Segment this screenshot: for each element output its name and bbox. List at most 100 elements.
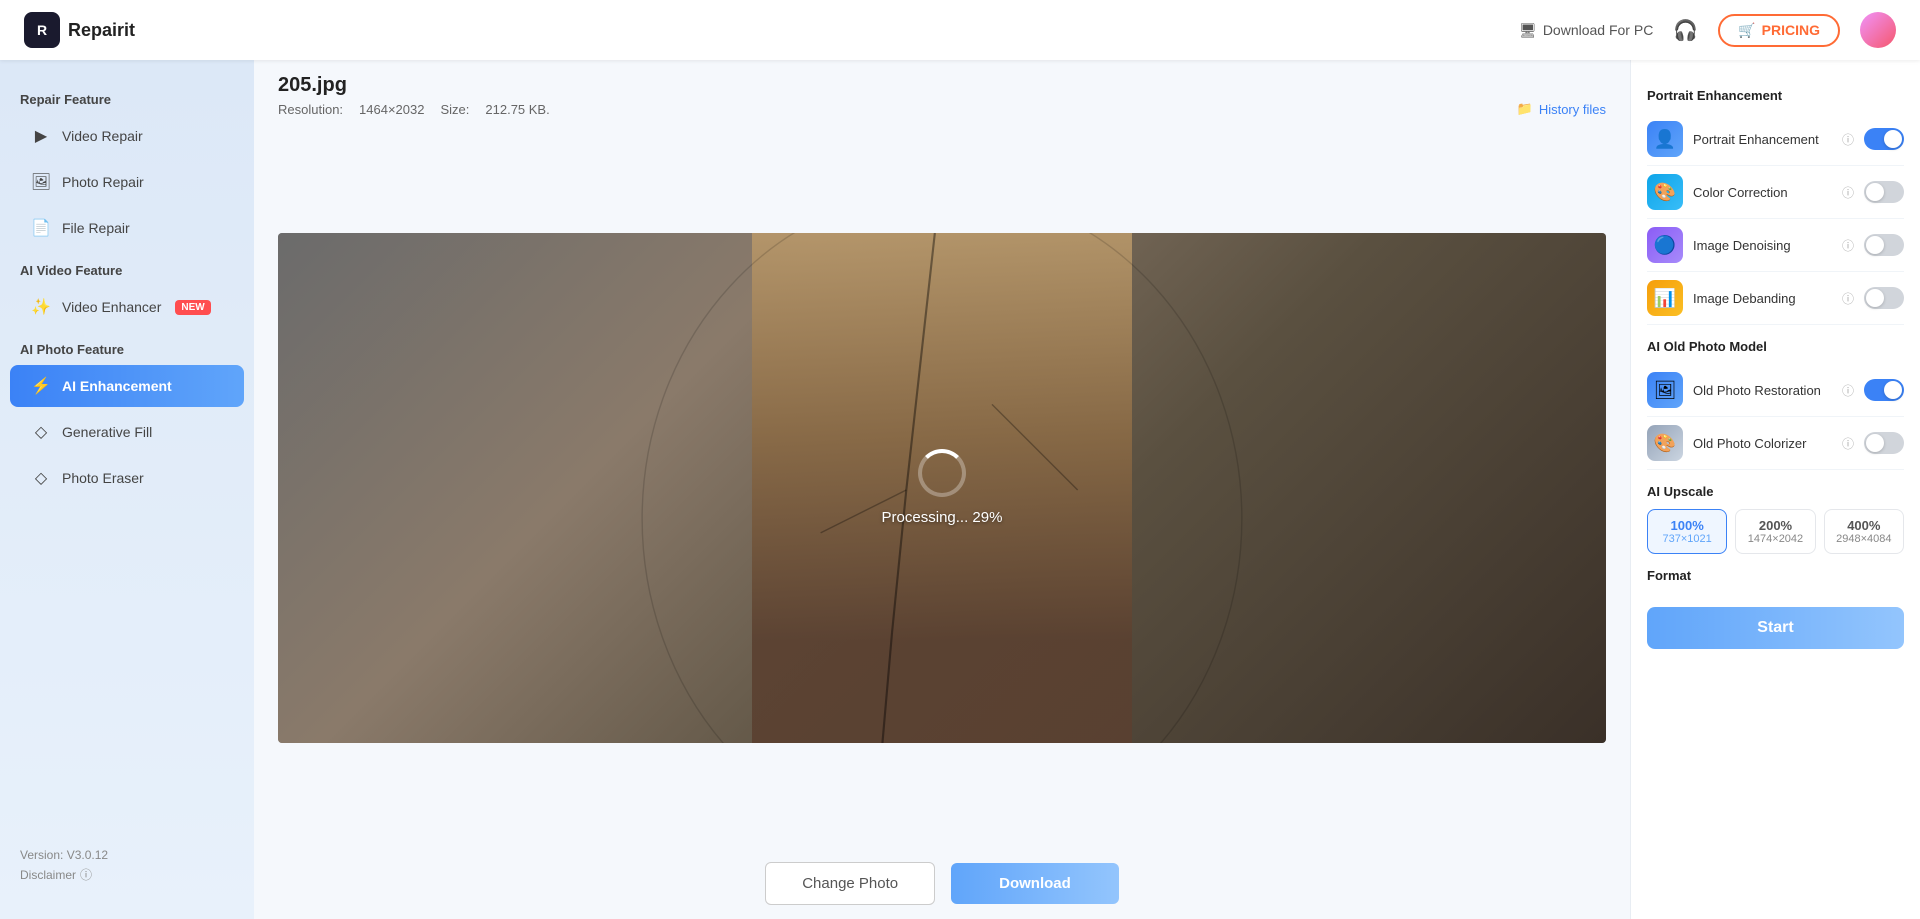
sidebar-footer: Version: V3.0.12 Disclaimer ⓘ [0, 832, 254, 899]
old-photo-colorizer-row: 🎨 Old Photo Colorizer ⓘ [1647, 417, 1904, 470]
processing-spinner [918, 449, 966, 497]
image-denoising-toggle[interactable] [1864, 234, 1904, 256]
history-icon: 📁 [1517, 101, 1533, 117]
bottom-bar: Change Photo Download [254, 848, 1630, 919]
sidebar-item-label: File Repair [62, 220, 130, 236]
app-name: Repairit [68, 20, 135, 41]
image-denoising-label: Image Denoising [1693, 238, 1830, 253]
old-photo-restoration-row: 🖼 Old Photo Restoration ⓘ [1647, 364, 1904, 417]
old-photo-colorizer-toggle[interactable] [1864, 432, 1904, 454]
start-button[interactable]: Start [1647, 607, 1904, 649]
processing-overlay: Processing... 29% [278, 233, 1606, 743]
photo-repair-icon: 🖼 [30, 171, 52, 193]
download-button[interactable]: Download [951, 863, 1119, 904]
cart-icon: 🛒 [1738, 22, 1755, 39]
upscale-100-option[interactable]: 100% 737×1021 [1647, 509, 1727, 554]
old-photo-colorizer-info-icon[interactable]: ⓘ [1842, 435, 1854, 452]
upscale-100-sub: 737×1021 [1652, 533, 1722, 545]
file-info-bar: 205.jpg Resolution: 1464×2032 Size: 212.… [254, 60, 1630, 127]
format-section-label: Format [1647, 568, 1904, 583]
user-avatar[interactable] [1860, 12, 1896, 48]
upscale-200-option[interactable]: 200% 1474×2042 [1735, 509, 1815, 554]
image-denoising-icon: 🔵 [1647, 227, 1683, 263]
main-layout: Repair Feature ▶ Video Repair 🖼 Photo Re… [0, 60, 1920, 919]
image-denoising-info-icon[interactable]: ⓘ [1842, 237, 1854, 254]
image-preview-container: Processing... 29% [254, 127, 1630, 848]
download-pc-button[interactable]: 🖥 Download For PC [1519, 22, 1653, 39]
sidebar-item-generative-fill[interactable]: ◇ Generative Fill [10, 411, 244, 453]
portrait-info-icon[interactable]: ⓘ [1842, 131, 1854, 148]
sidebar-item-label: Video Repair [62, 128, 143, 144]
image-preview: Processing... 29% [278, 233, 1606, 743]
size-value: 212.75 KB. [485, 102, 549, 117]
portrait-enhancement-row: 👤 Portrait Enhancement ⓘ [1647, 113, 1904, 166]
color-correction-info-icon[interactable]: ⓘ [1842, 184, 1854, 201]
upscale-options: 100% 737×1021 200% 1474×2042 400% 2948×4… [1647, 509, 1904, 554]
image-denoising-row: 🔵 Image Denoising ⓘ [1647, 219, 1904, 272]
image-debanding-toggle[interactable] [1864, 287, 1904, 309]
old-photo-restoration-label: Old Photo Restoration [1693, 383, 1830, 398]
content-area: 205.jpg Resolution: 1464×2032 Size: 212.… [254, 60, 1630, 919]
upscale-200-label: 200% [1740, 518, 1810, 533]
image-debanding-info-icon[interactable]: ⓘ [1842, 290, 1854, 307]
sidebar-item-video-repair[interactable]: ▶ Video Repair [10, 115, 244, 157]
generative-fill-icon: ◇ [30, 421, 52, 443]
sidebar-item-ai-enhancement[interactable]: ⚡ AI Enhancement [10, 365, 244, 407]
video-repair-icon: ▶ [30, 125, 52, 147]
sidebar-item-file-repair[interactable]: 📄 File Repair [10, 207, 244, 249]
sidebar-item-label: Generative Fill [62, 424, 152, 440]
image-debanding-icon: 📊 [1647, 280, 1683, 316]
support-icon[interactable]: 🎧 [1673, 18, 1698, 43]
portrait-enhancement-toggle[interactable] [1864, 128, 1904, 150]
sidebar-section-repair: Repair Feature [0, 80, 254, 113]
color-correction-icon: 🎨 [1647, 174, 1683, 210]
sidebar-item-label: AI Enhancement [62, 378, 172, 394]
upscale-100-label: 100% [1652, 518, 1722, 533]
new-badge: NEW [175, 300, 210, 315]
image-debanding-label: Image Debanding [1693, 291, 1830, 306]
portrait-section-label: Portrait Enhancement [1647, 88, 1904, 103]
sidebar-item-video-enhancer[interactable]: ✨ Video Enhancer NEW [10, 286, 244, 328]
sidebar: Repair Feature ▶ Video Repair 🖼 Photo Re… [0, 60, 254, 919]
info-icon: ⓘ [80, 866, 92, 883]
photo-eraser-icon: ◇ [30, 467, 52, 489]
color-correction-toggle[interactable] [1864, 181, 1904, 203]
resolution-value: 1464×2032 [359, 102, 424, 117]
ai-old-photo-section-label: AI Old Photo Model [1647, 339, 1904, 354]
sidebar-item-photo-eraser[interactable]: ◇ Photo Eraser [10, 457, 244, 499]
sidebar-section-ai-video: AI Video Feature [0, 251, 254, 284]
file-name: 205.jpg [278, 74, 1606, 97]
version-text: Version: V3.0.12 [20, 848, 234, 862]
old-photo-colorizer-label: Old Photo Colorizer [1693, 436, 1830, 451]
logo-area: R Repairit [24, 12, 135, 48]
file-meta: Resolution: 1464×2032 Size: 212.75 KB. 📁… [278, 101, 1606, 117]
processing-text: Processing... 29% [882, 509, 1003, 526]
upscale-400-label: 400% [1829, 518, 1899, 533]
monitor-icon: 🖥 [1519, 22, 1537, 39]
portrait-enhancement-icon: 👤 [1647, 121, 1683, 157]
sidebar-item-label: Video Enhancer [62, 299, 161, 315]
old-photo-restoration-info-icon[interactable]: ⓘ [1842, 382, 1854, 399]
size-label: Size: [440, 102, 469, 117]
sidebar-item-photo-repair[interactable]: 🖼 Photo Repair [10, 161, 244, 203]
ai-enhancement-icon: ⚡ [30, 375, 52, 397]
color-correction-label: Color Correction [1693, 185, 1830, 200]
file-repair-icon: 📄 [30, 217, 52, 239]
right-panel: Portrait Enhancement 👤 Portrait Enhancem… [1630, 60, 1920, 919]
sidebar-item-label: Photo Repair [62, 174, 144, 190]
upscale-400-option[interactable]: 400% 2948×4084 [1824, 509, 1904, 554]
disclaimer-link[interactable]: Disclaimer ⓘ [20, 866, 234, 883]
upscale-200-sub: 1474×2042 [1740, 533, 1810, 545]
image-debanding-row: 📊 Image Debanding ⓘ [1647, 272, 1904, 325]
old-photo-restoration-toggle[interactable] [1864, 379, 1904, 401]
resolution-label: Resolution: [278, 102, 343, 117]
change-photo-button[interactable]: Change Photo [765, 862, 935, 905]
ai-upscale-section-label: AI Upscale [1647, 484, 1904, 499]
color-correction-row: 🎨 Color Correction ⓘ [1647, 166, 1904, 219]
sidebar-section-ai-photo: AI Photo Feature [0, 330, 254, 363]
header-right: 🖥 Download For PC 🎧 🛒 PRICING [1519, 12, 1896, 48]
old-photo-colorizer-icon: 🎨 [1647, 425, 1683, 461]
history-files-link[interactable]: 📁 History files [1517, 101, 1606, 117]
pricing-button[interactable]: 🛒 PRICING [1718, 14, 1840, 47]
sidebar-item-label: Photo Eraser [62, 470, 144, 486]
